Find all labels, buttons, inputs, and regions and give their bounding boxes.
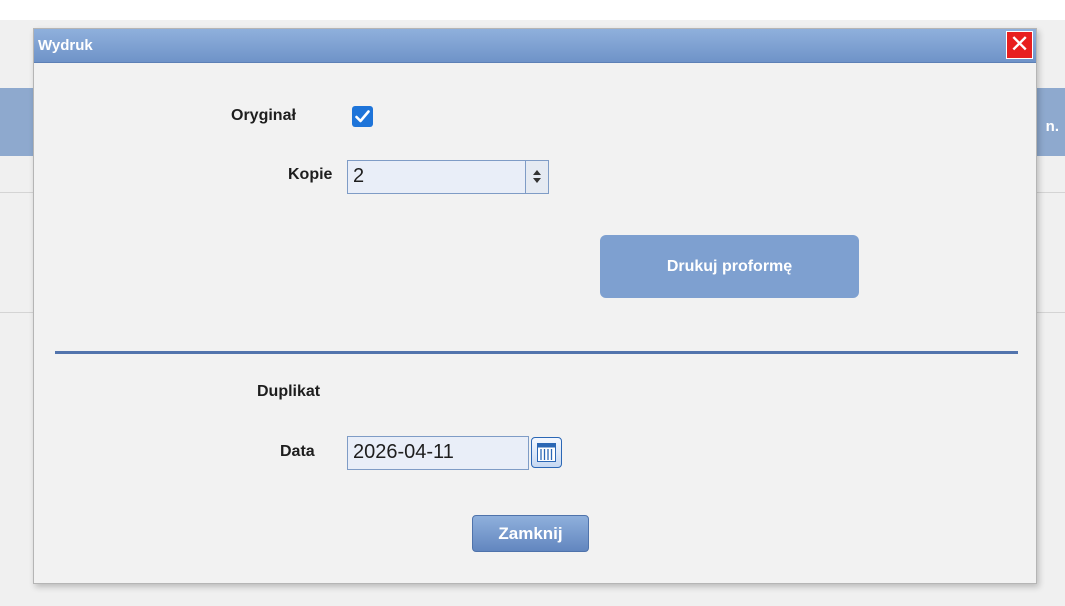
date-input[interactable]: 2026-04-11 (347, 436, 529, 470)
original-label: Oryginał (231, 107, 296, 124)
close-button[interactable]: Zamknij (472, 515, 589, 552)
checkmark-icon (355, 110, 370, 123)
copies-spinner[interactable] (525, 160, 549, 194)
dialog-title: Wydruk (38, 37, 93, 54)
copies-label: Kopie (288, 166, 333, 183)
dialog-titlebar[interactable]: Wydruk ✕ (34, 29, 1036, 63)
background-top-strip (0, 0, 1065, 20)
calendar-icon (537, 443, 556, 462)
duplicate-heading: Duplikat (257, 383, 321, 400)
spinner-down-icon[interactable] (533, 178, 541, 183)
date-label: Data (280, 443, 315, 460)
print-proforma-button[interactable]: Drukuj proformę (600, 235, 859, 298)
background-header-text: n. (1045, 118, 1059, 135)
original-checkbox[interactable] (352, 106, 373, 127)
print-dialog: Wydruk ✕ Oryginał Kopie 2 Drukuj proform… (33, 28, 1037, 584)
spinner-up-icon[interactable] (533, 170, 541, 175)
section-divider (55, 351, 1018, 354)
calendar-button[interactable] (531, 437, 562, 468)
copies-input[interactable]: 2 (347, 160, 526, 194)
close-icon[interactable]: ✕ (1006, 31, 1033, 59)
